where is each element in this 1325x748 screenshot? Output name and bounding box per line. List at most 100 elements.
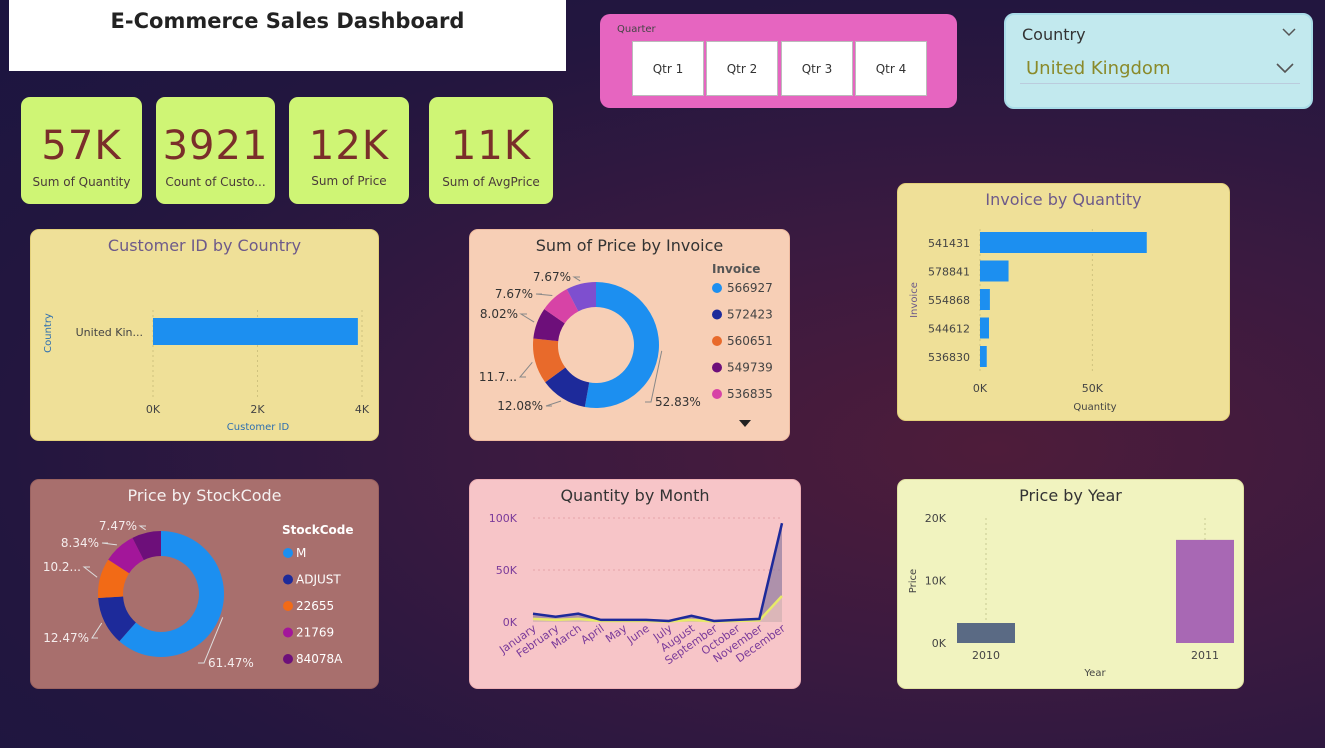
slice-label: 8.34% bbox=[61, 536, 99, 550]
chart-price-by-year[interactable]: Price by Year 0K 10K 20K 2010 2011 Year Price bbox=[897, 479, 1244, 689]
slice-label: 10.2... bbox=[43, 560, 81, 574]
bar bbox=[980, 260, 1009, 282]
slice-label: 61.47% bbox=[208, 656, 254, 670]
y-category-label: 554868 bbox=[928, 294, 970, 307]
legend-marker bbox=[283, 574, 293, 585]
leader-line bbox=[101, 542, 117, 546]
legend-label: 572423 bbox=[727, 308, 773, 322]
leader-line bbox=[138, 525, 146, 531]
chart-quantity-by-month[interactable]: Quantity by Month 0K 50K 100K January Februa… bbox=[469, 479, 801, 689]
kpi-label: Sum of AvgPrice bbox=[442, 175, 540, 189]
y-axis-title: Invoice bbox=[909, 282, 920, 318]
kpi-value: 57K bbox=[41, 123, 122, 169]
kpi-card-customers[interactable]: 3921 Count of Custo... bbox=[156, 97, 275, 204]
y-tick-label: 0K bbox=[932, 637, 947, 650]
legend-marker bbox=[283, 627, 293, 638]
country-dropdown[interactable]: United Kingdom bbox=[1020, 55, 1300, 84]
legend-label: 84078A bbox=[296, 652, 343, 666]
x-tick-label: 2K bbox=[250, 403, 265, 416]
legend-marker bbox=[283, 601, 293, 611]
legend-title: Invoice bbox=[712, 262, 760, 276]
legend-marker bbox=[712, 389, 722, 399]
country-slicer: Country United Kingdom bbox=[1004, 13, 1313, 109]
leader-line bbox=[82, 566, 98, 578]
legend-label: 536835 bbox=[727, 387, 773, 401]
slice-label: 52.83% bbox=[655, 395, 701, 409]
bar bbox=[153, 318, 358, 345]
chart-invoice-by-quantity[interactable]: Invoice by Quantity 0K 50K 541431 578841 554… bbox=[897, 183, 1230, 421]
quarter-button-q2[interactable]: Qtr 2 bbox=[706, 41, 778, 96]
slice-label: 8.02% bbox=[480, 307, 518, 321]
country-dropdown-value: United Kingdom bbox=[1026, 58, 1171, 79]
leader-line bbox=[91, 622, 103, 639]
kpi-label: Sum of Price bbox=[311, 174, 387, 188]
series-line bbox=[532, 522, 784, 623]
bar bbox=[980, 289, 990, 310]
chart-price-by-invoice[interactable]: Sum of Price by Invoice 52.83% 12.08% 11.7… bbox=[469, 229, 790, 441]
y-tick-label: 0K bbox=[503, 616, 518, 629]
y-tick-label: 50K bbox=[496, 564, 518, 577]
x-tick-label: 0K bbox=[146, 403, 161, 416]
kpi-value: 3921 bbox=[162, 123, 269, 169]
leader-line bbox=[519, 313, 535, 323]
chart-quantity-by-month-plot: 0K50K100KJanuaryFebruaryMarchAprilMayJun… bbox=[489, 512, 788, 667]
chart-price-by-stockcode-plot: 61.47% 12.47% 10.2... 8.34%7.47% StockCode MA… bbox=[43, 519, 354, 670]
quarter-button-q1[interactable]: Qtr 1 bbox=[632, 41, 704, 96]
quarter-button-q4[interactable]: Qtr 4 bbox=[855, 41, 927, 96]
legend-label: 566927 bbox=[727, 281, 773, 295]
legend-label: M bbox=[296, 546, 306, 560]
x-tick-label: 4K bbox=[355, 403, 370, 416]
legend-label: 22655 bbox=[296, 599, 334, 613]
legend-label: ADJUST bbox=[296, 573, 341, 587]
kpi-card-quantity[interactable]: 57K Sum of Quantity bbox=[21, 97, 142, 204]
legend-title: StockCode bbox=[282, 523, 354, 537]
legend-marker bbox=[283, 654, 293, 664]
kpi-card-avgprice[interactable]: 11K Sum of AvgPrice bbox=[429, 97, 553, 204]
bar bbox=[980, 232, 1147, 253]
x-axis-title: Customer ID bbox=[227, 422, 290, 433]
chart-price-by-year-plot: 0K 10K 20K 2010 2011 Year Price bbox=[908, 512, 1234, 679]
slice-label: 11.7... bbox=[479, 370, 517, 384]
y-tick-label: 20K bbox=[925, 512, 947, 525]
scroll-down-arrow-icon[interactable] bbox=[738, 419, 752, 428]
chart-customer-by-country[interactable]: Customer ID by Country 0K 2K 4K United Kin.… bbox=[30, 229, 379, 441]
chart-customer-by-country-plot: 0K 2K 4K United Kin... Customer ID Country bbox=[43, 310, 370, 433]
kpi-card-price[interactable]: 12K Sum of Price bbox=[289, 97, 409, 204]
y-axis-title: Country bbox=[43, 313, 54, 353]
legend-marker bbox=[283, 548, 293, 558]
legend-marker bbox=[712, 283, 722, 293]
y-category-label: 544612 bbox=[928, 323, 970, 336]
y-category-label: 578841 bbox=[928, 266, 970, 279]
page-title: E-Commerce Sales Dashboard bbox=[110, 9, 465, 33]
x-tick-label: 0K bbox=[973, 382, 988, 395]
leader-line bbox=[518, 361, 533, 378]
kpi-label: Sum of Quantity bbox=[32, 175, 131, 189]
kpi-label: Count of Custo... bbox=[165, 175, 266, 189]
y-tick-label: 10K bbox=[925, 575, 947, 588]
kpi-value: 12K bbox=[308, 123, 390, 169]
x-tick-label: 50K bbox=[1082, 382, 1104, 395]
slice-label: 7.47% bbox=[99, 519, 137, 533]
legend-marker bbox=[712, 336, 722, 346]
slice-label: 12.47% bbox=[43, 631, 89, 645]
y-category-label: 536830 bbox=[928, 351, 970, 364]
y-category-label: United Kin... bbox=[76, 326, 143, 339]
legend-label: 549739 bbox=[727, 361, 773, 375]
chevron-down-icon[interactable] bbox=[1282, 27, 1296, 37]
kpi-value: 11K bbox=[450, 123, 532, 169]
title-banner: E-Commerce Sales Dashboard bbox=[9, 0, 566, 71]
quarter-slicer: Quarter Qtr 1 Qtr 2 Qtr 3 Qtr 4 bbox=[600, 14, 957, 108]
bar bbox=[957, 623, 1015, 643]
y-axis-title: Price bbox=[908, 569, 919, 593]
x-axis-title: Year bbox=[1083, 668, 1106, 679]
bar bbox=[980, 317, 989, 339]
quarter-slicer-header: Quarter bbox=[617, 24, 656, 35]
quarter-button-q3[interactable]: Qtr 3 bbox=[781, 41, 853, 96]
area-fill bbox=[533, 523, 782, 622]
bar bbox=[980, 346, 987, 367]
chart-price-by-stockcode[interactable]: Price by StockCode 61.47% 12.47% 10.2... 8.… bbox=[30, 479, 379, 689]
slice-label: 12.08% bbox=[497, 399, 543, 413]
legend-label: 21769 bbox=[296, 626, 334, 640]
legend-label: 560651 bbox=[727, 334, 773, 348]
chart-price-by-invoice-plot: 52.83% 12.08% 11.7... 8.02% 7.67%7.67% Invoic… bbox=[479, 262, 773, 413]
